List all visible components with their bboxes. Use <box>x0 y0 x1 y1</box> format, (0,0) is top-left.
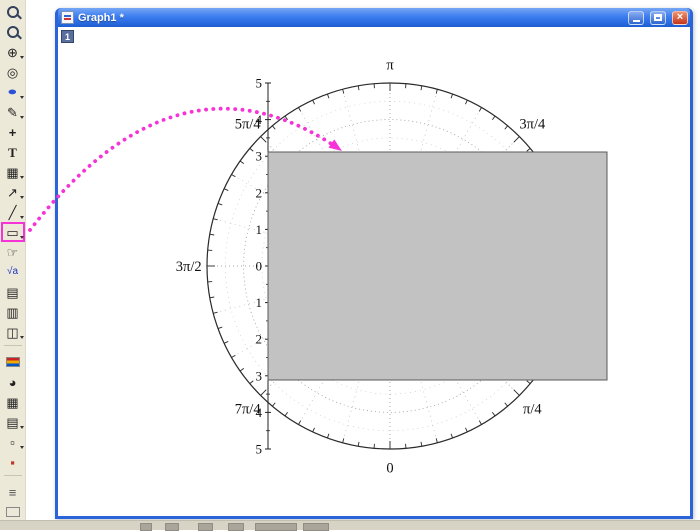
pan-tool[interactable]: ☞ <box>1 242 25 262</box>
small-square-icon: ▫ <box>10 436 15 449</box>
minimize-icon <box>633 20 640 22</box>
sqrt-a-icon: √a <box>7 267 18 277</box>
color-bars-icon <box>6 507 20 517</box>
radial-tick-label: 2 <box>256 332 263 347</box>
angular-tick-label: 3π/2 <box>176 259 202 275</box>
drawn-rectangle[interactable] <box>268 152 607 380</box>
marker-tool[interactable]: ▪ <box>1 452 25 472</box>
insert-image-tool[interactable]: ▤ <box>1 282 25 302</box>
dropdown-arrow-icon[interactable] <box>20 196 24 199</box>
arrow-tool[interactable]: ↗ <box>1 182 25 202</box>
insert-equation-tool[interactable]: √a <box>1 262 25 282</box>
blue-oval-icon: ● <box>7 87 18 98</box>
grid-icon: ▦ <box>6 396 18 409</box>
angular-tick-label: 5π/4 <box>235 117 262 133</box>
radial-tick-label: 0 <box>256 259 263 274</box>
graph-window-title: Graph1 * <box>78 12 622 24</box>
rectangle-icon: ▭ <box>6 226 18 239</box>
red-square-icon: ▪ <box>10 456 15 469</box>
magnifier-page-icon <box>7 26 19 38</box>
layer-1-badge[interactable]: 1 <box>61 30 74 43</box>
selection-on-active-plot-tool[interactable]: ● <box>1 82 25 102</box>
radial-tick-label: 2 <box>256 185 263 200</box>
insert-table-tool[interactable]: ▦ <box>1 162 25 182</box>
toolbar-separator <box>4 345 22 352</box>
line-tool[interactable]: ╱ <box>1 202 25 222</box>
dropdown-arrow-icon[interactable] <box>20 176 24 179</box>
layers-icon: ◫ <box>6 326 18 339</box>
tools-toolbar: ⊕ ◎ ● ✎ + T ▦ ↗ ╱ ▭ ☞ √a ▤ ▥ ◫ ◕ ▦ ▤ ▫ ▪ ≡ <box>0 0 26 520</box>
data-reader-tool[interactable]: ◎ <box>1 62 25 82</box>
chart-icon: ▥ <box>6 306 18 319</box>
maximize-icon <box>654 14 662 21</box>
rainbow-stripes-icon <box>6 357 20 367</box>
text-tool[interactable]: T <box>1 142 25 162</box>
insert-graph-tool[interactable]: ▥ <box>1 302 25 322</box>
dropdown-arrow-icon[interactable] <box>20 446 24 449</box>
worksheet-tool[interactable]: ▤ <box>1 412 25 432</box>
lines-icon: ≡ <box>9 486 17 499</box>
dropdown-arrow-icon[interactable] <box>20 96 24 99</box>
plus-icon: + <box>9 126 17 139</box>
graph-window-titlebar[interactable]: Graph1 * × <box>58 8 690 27</box>
magnifier-icon <box>7 6 19 18</box>
angular-tick-label: 7π/4 <box>235 401 262 417</box>
graph-window[interactable]: Graph1 * × 54321012345π3π/4π/407π/43π/25… <box>55 8 693 519</box>
polar-chart: 54321012345π3π/4π/407π/43π/25π/4 <box>58 27 690 516</box>
dropdown-arrow-icon[interactable] <box>20 236 24 239</box>
bullseye-icon: ◎ <box>7 66 18 79</box>
line-icon: ╱ <box>9 206 17 219</box>
radial-tick-label: 3 <box>256 368 263 383</box>
table-icon: ▦ <box>6 166 18 179</box>
draw-data-tool[interactable]: ✎ <box>1 102 25 122</box>
screen-reader-tool[interactable]: ⊕ <box>1 42 25 62</box>
radial-tick-label: 1 <box>256 222 263 237</box>
picture-icon: ▤ <box>6 286 18 299</box>
rectangle-tool[interactable]: ▭ <box>1 222 25 242</box>
graph-window-icon <box>61 11 74 24</box>
dropdown-arrow-icon[interactable] <box>20 116 24 119</box>
close-button[interactable]: × <box>672 11 688 25</box>
minimize-button[interactable] <box>628 11 644 25</box>
graph-page: 54321012345π3π/4π/407π/43π/25π/4 1 <box>58 27 690 516</box>
dropdown-arrow-icon[interactable] <box>20 426 24 429</box>
radial-tick-label: 5 <box>256 442 263 457</box>
dropdown-arrow-icon[interactable] <box>20 336 24 339</box>
radial-tick-label: 5 <box>256 76 263 91</box>
dropdown-arrow-icon[interactable] <box>20 216 24 219</box>
radial-tick-label: 1 <box>256 295 263 310</box>
angular-tick-label: π/4 <box>523 401 542 417</box>
color-scale-tool[interactable] <box>1 352 25 372</box>
radial-tick-label: 3 <box>256 149 263 164</box>
zoom-in-tool[interactable] <box>1 2 25 22</box>
palette-tool[interactable] <box>1 502 25 522</box>
layer-tool[interactable]: ◫ <box>1 322 25 342</box>
angular-tick-label: 3π/4 <box>519 117 546 133</box>
crosshair-circle-icon: ⊕ <box>7 46 18 59</box>
angular-tick-label: π <box>386 58 394 74</box>
sheet-icon: ▤ <box>6 416 18 429</box>
partial-circle-icon: ◕ <box>9 376 17 389</box>
script-tool[interactable]: ≡ <box>1 482 25 502</box>
pie-tool[interactable]: ◕ <box>1 372 25 392</box>
letter-t-icon: T <box>8 146 17 159</box>
angular-tick-label: 0 <box>386 460 393 476</box>
pencil-icon: ✎ <box>7 106 18 119</box>
arrow-icon: ↗ <box>7 186 18 199</box>
dropdown-arrow-icon[interactable] <box>20 56 24 59</box>
annotation-tool[interactable]: + <box>1 122 25 142</box>
hand-icon: ☞ <box>7 246 19 259</box>
clipped-bottom-toolbar <box>0 520 700 530</box>
toolbar-separator <box>4 475 22 482</box>
zoom-out-tool[interactable] <box>1 22 25 42</box>
object-edit-tool[interactable]: ▫ <box>1 432 25 452</box>
grid-tool[interactable]: ▦ <box>1 392 25 412</box>
maximize-button[interactable] <box>650 11 666 25</box>
